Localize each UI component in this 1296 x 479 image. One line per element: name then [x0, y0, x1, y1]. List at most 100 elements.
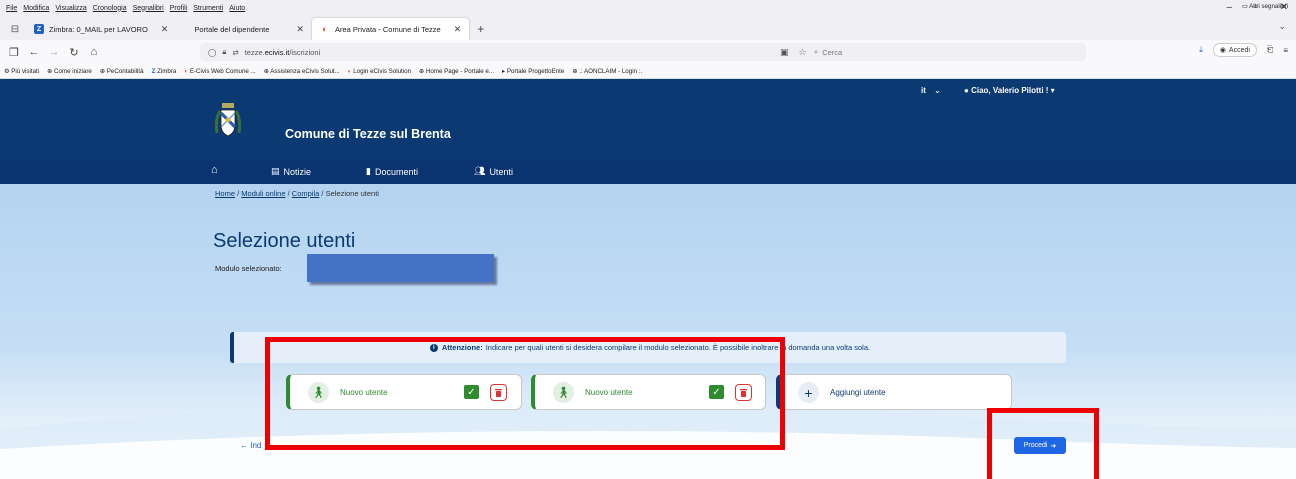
- menu-item-aiuto[interactable]: Aiuto: [229, 5, 245, 12]
- close-tab-icon[interactable]: ✕: [161, 24, 169, 35]
- home-icon[interactable]: ⌂: [84, 42, 104, 62]
- account-icon: ◉: [1219, 47, 1226, 54]
- tab-portale-dipendente[interactable]: Portale del dipendente ✕: [176, 18, 312, 40]
- breadcrumb-separator: /: [321, 189, 324, 198]
- bookmark-star-icon[interactable]: ☆: [799, 47, 807, 58]
- language-label: it: [921, 86, 926, 95]
- bookmark-item[interactable]: ◐ Login eCivis Solution: [348, 68, 411, 75]
- bookmark-label: Login eCivis Solution: [353, 67, 412, 75]
- bookmark-item[interactable]: ⊕ PeContabilità: [100, 68, 144, 75]
- user-menu[interactable]: ● Ciao, Valerio Pilotti ! ▾: [964, 86, 1055, 95]
- accedi-label: Accedi: [1228, 46, 1250, 54]
- document-icon: ▮: [366, 166, 371, 176]
- plus-icon: +: [798, 382, 819, 403]
- breadcrumb-current: Selezione utenti: [325, 189, 379, 198]
- menu-item-strumenti[interactable]: Strumenti: [193, 5, 223, 12]
- bookmark-label: Home Page - Portale e...: [425, 67, 495, 75]
- user-icon: ●: [964, 86, 969, 95]
- language-selector[interactable]: it ⌄: [921, 86, 941, 95]
- bookmark-item[interactable]: Z Zimbra: [152, 68, 177, 75]
- sidebar-icon[interactable]: ❐: [4, 42, 24, 62]
- new-tab-icon[interactable]: +: [469, 18, 492, 40]
- nav-label: Utenti: [489, 166, 513, 177]
- accedi-button[interactable]: ◉ Accedi: [1212, 43, 1257, 57]
- home-icon: ⌂: [211, 164, 218, 176]
- menu-item-profili[interactable]: Profili: [170, 5, 188, 12]
- other-bookmarks-label: Altri segnalibri: [1249, 3, 1288, 10]
- menu-item-cronologia[interactable]: Cronologia: [93, 5, 127, 12]
- globe-icon: ⊕: [47, 67, 55, 75]
- bookmark-item[interactable]: ⊕ Assistenza eCivis Solut...: [264, 68, 340, 75]
- tab-zimbra[interactable]: Z Zimbra: 0_MAIL per LAVORO ✕: [26, 18, 176, 40]
- users-icon: 👥︎: [474, 166, 486, 176]
- nav-notizie[interactable]: ▤ Notizie: [271, 166, 311, 177]
- close-tab-icon[interactable]: ✕: [296, 24, 304, 35]
- menubar: File Modifica Visualizza Cronologia Segnalib…: [0, 0, 1296, 16]
- back-link[interactable]: ← Ind: [240, 441, 261, 450]
- tab-list-icon[interactable]: ⊟: [4, 18, 26, 40]
- back-arrow-icon[interactable]: ←: [24, 42, 44, 62]
- other-bookmarks[interactable]: ▭ Altri segnalibri: [1242, 3, 1288, 10]
- menu-item-visualizza[interactable]: Visualizza: [55, 5, 86, 12]
- download-icon[interactable]: ⤓: [1199, 45, 1203, 55]
- tab-area-privata[interactable]: ◐ Area Privata - Comune di Tezze ✕: [311, 18, 470, 40]
- chevron-down-icon: ⌄: [934, 86, 941, 95]
- shield-icon[interactable]: ◯: [208, 48, 216, 57]
- menu-icon[interactable]: ≡: [1283, 46, 1288, 55]
- annotation-highlight-procedi: [987, 408, 1099, 479]
- bookmark-label: .: AONCLAIM - Login :.: [579, 67, 643, 75]
- main-navigation: ⌂ ▤ Notizie ▮ Documenti 👥︎ Utenti: [0, 160, 1296, 184]
- tab-label: Area Privata - Comune di Tezze: [334, 24, 441, 34]
- url-bar[interactable]: ◯ 🔒︎ ⇄ tezze.ecivis.it/iscrizioni ▣ ☆ ⌕ …: [200, 43, 1086, 61]
- search-placeholder: Cerca: [822, 47, 843, 57]
- tab-label: Zimbra: 0_MAIL per LAVORO: [49, 24, 148, 34]
- lock-icon[interactable]: 🔒︎: [222, 47, 226, 57]
- add-user-label: Aggiungi utente: [830, 388, 886, 397]
- menu-item-file[interactable]: File: [6, 5, 17, 12]
- close-tab-icon[interactable]: ✕: [454, 24, 462, 35]
- site-title[interactable]: Comune di Tezze sul Brenta: [285, 127, 451, 141]
- search-field[interactable]: ⌕ Cerca: [814, 43, 842, 61]
- caret-down-icon: ▾: [1050, 86, 1055, 95]
- nav-home[interactable]: ⌂: [211, 164, 218, 176]
- bookmark-label: Come iniziare: [54, 67, 92, 75]
- nav-utenti[interactable]: 👥︎ Utenti: [474, 166, 513, 177]
- nav-label: Documenti: [374, 166, 418, 177]
- bookmark-label: E-Civis Web Comune ...: [189, 67, 256, 75]
- site-header: it ⌄ ● Ciao, Valerio Pilotti ! ▾ Comune …: [0, 79, 1296, 160]
- user-greeting: Ciao, Valerio Pilotti !: [971, 86, 1049, 95]
- toolbar-right: ⤓ ◉ Accedi ⎗ ≡: [1199, 43, 1288, 57]
- bookmark-item[interactable]: ▸ Portale ProgettoEnte: [502, 68, 564, 75]
- menu-item-segnalibri[interactable]: Segnalibri: [133, 5, 164, 12]
- folder-icon: ▭: [1241, 3, 1248, 10]
- extensions-icon[interactable]: ⎗: [1267, 45, 1273, 55]
- add-user-button[interactable]: + Aggiungi utente: [776, 374, 1012, 410]
- bookmark-label: Più visitati: [11, 67, 40, 75]
- globe-icon: ⊕: [99, 67, 107, 75]
- bookmark-item[interactable]: ⊕ .: AONCLAIM - Login :.: [572, 68, 642, 75]
- bookmark-item[interactable]: ◐ E-Civis Web Comune ...: [184, 68, 255, 75]
- bookmark-label: Portale ProgettoEnte: [506, 67, 565, 75]
- search-icon: ⌕: [814, 47, 819, 56]
- bookmarks-bar: ⚙ Più visitati ⊕ Come iniziare ⊕ PeContabi…: [0, 64, 1296, 79]
- back-label: Ind: [250, 441, 262, 450]
- breadcrumb: Home / Moduli online / Compila / Selezio…: [215, 189, 379, 198]
- menu-item-modifica[interactable]: Modifica: [23, 5, 49, 12]
- breadcrumb-compila[interactable]: Compila: [292, 189, 320, 198]
- chevron-down-icon[interactable]: ⌄: [1278, 21, 1286, 32]
- bookmark-item[interactable]: ⊕ Come iniziare: [47, 68, 92, 75]
- municipality-crest-icon[interactable]: [215, 103, 241, 139]
- reload-icon[interactable]: ↻: [64, 42, 84, 62]
- bookmark-label: PeContabilità: [106, 67, 144, 75]
- bookmark-item[interactable]: ⊕ Home Page - Portale e...: [419, 68, 494, 75]
- minimize-icon[interactable]: –: [1227, 2, 1233, 13]
- forward-arrow-icon[interactable]: →: [44, 42, 64, 62]
- breadcrumb-home[interactable]: Home: [215, 189, 235, 198]
- bookmark-item[interactable]: ⚙ Più visitati: [4, 68, 39, 75]
- reader-view-icon[interactable]: ▣: [780, 47, 789, 58]
- arrow-left-icon: ←: [240, 441, 248, 450]
- nav-documenti[interactable]: ▮ Documenti: [366, 166, 418, 177]
- redaction-box: [307, 254, 494, 282]
- breadcrumb-moduli[interactable]: Moduli online: [241, 189, 285, 198]
- permissions-icon[interactable]: ⇄: [232, 48, 238, 57]
